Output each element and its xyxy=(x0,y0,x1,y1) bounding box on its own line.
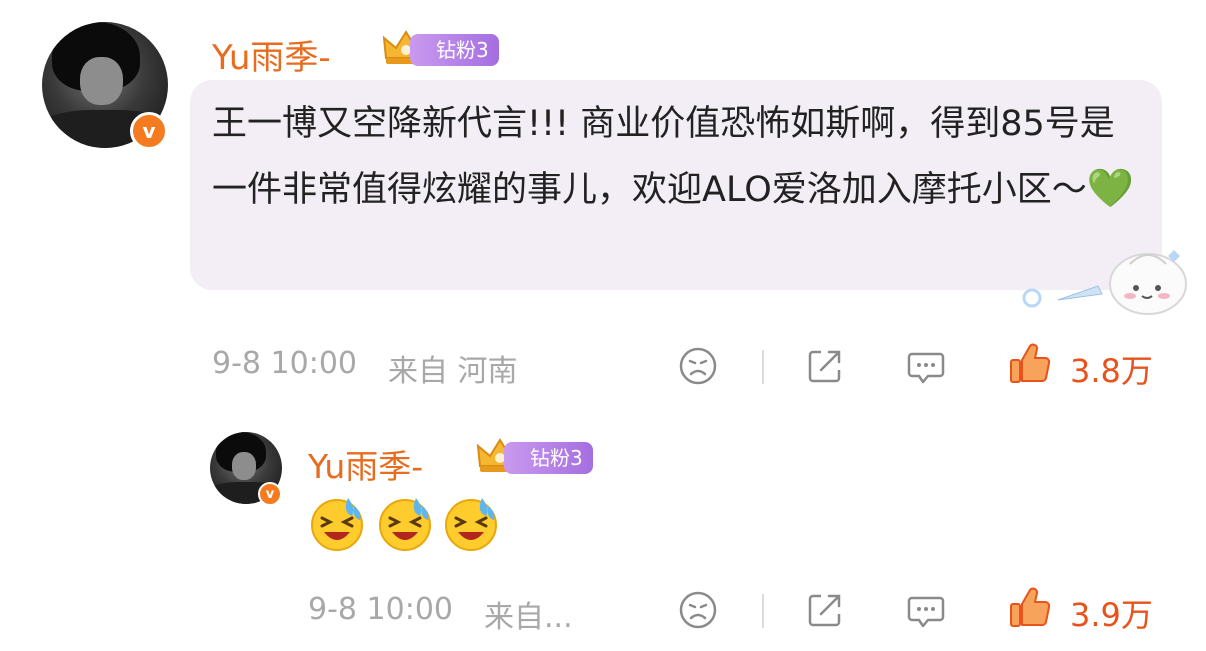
divider xyxy=(762,594,764,628)
comment-location: 来自 河南 xyxy=(388,354,518,389)
comment-icon[interactable] xyxy=(906,590,946,630)
like-icon[interactable] xyxy=(1008,342,1052,386)
fan-badge-label: 钻粉3 xyxy=(504,442,593,474)
comment-icon[interactable] xyxy=(906,346,946,386)
laugh-cry-emoji xyxy=(379,498,431,551)
dislike-icon[interactable] xyxy=(678,346,718,386)
reply-timestamp: 9-8 10:00 xyxy=(308,592,453,627)
comment-timestamp: 9-8 10:00 xyxy=(212,346,357,381)
avatar-face xyxy=(231,452,257,480)
username[interactable]: Yu雨季- xyxy=(212,30,331,79)
share-icon[interactable] xyxy=(805,346,845,386)
comment-body: 王一博又空降新代言!!! 商业价值恐怖如斯啊，得到85号是一件非常值得炫耀的事儿… xyxy=(212,104,1115,210)
avatar-face xyxy=(79,57,123,106)
bun-sticker-icon xyxy=(1022,250,1187,315)
verified-icon: v xyxy=(130,112,168,150)
laugh-cry-emoji xyxy=(311,498,363,551)
green-heart-emoji: 💚 xyxy=(1086,166,1135,210)
reply-username[interactable]: Yu雨季- xyxy=(308,440,423,488)
verified-icon: v xyxy=(258,482,282,506)
like-count: 3.8万 xyxy=(1070,352,1153,390)
fan-badge-label: 钻粉3 xyxy=(410,34,499,66)
dislike-icon[interactable] xyxy=(678,590,718,630)
divider xyxy=(762,350,764,384)
reply-location: 来自... xyxy=(484,600,573,635)
comment-text: 王一博又空降新代言!!! 商业价值恐怖如斯啊，得到85号是一件非常值得炫耀的事儿… xyxy=(212,92,1142,222)
reply-like-count: 3.9万 xyxy=(1070,596,1153,634)
share-icon[interactable] xyxy=(805,590,845,630)
like-icon[interactable] xyxy=(1008,586,1052,630)
laugh-cry-emoji xyxy=(445,498,497,551)
